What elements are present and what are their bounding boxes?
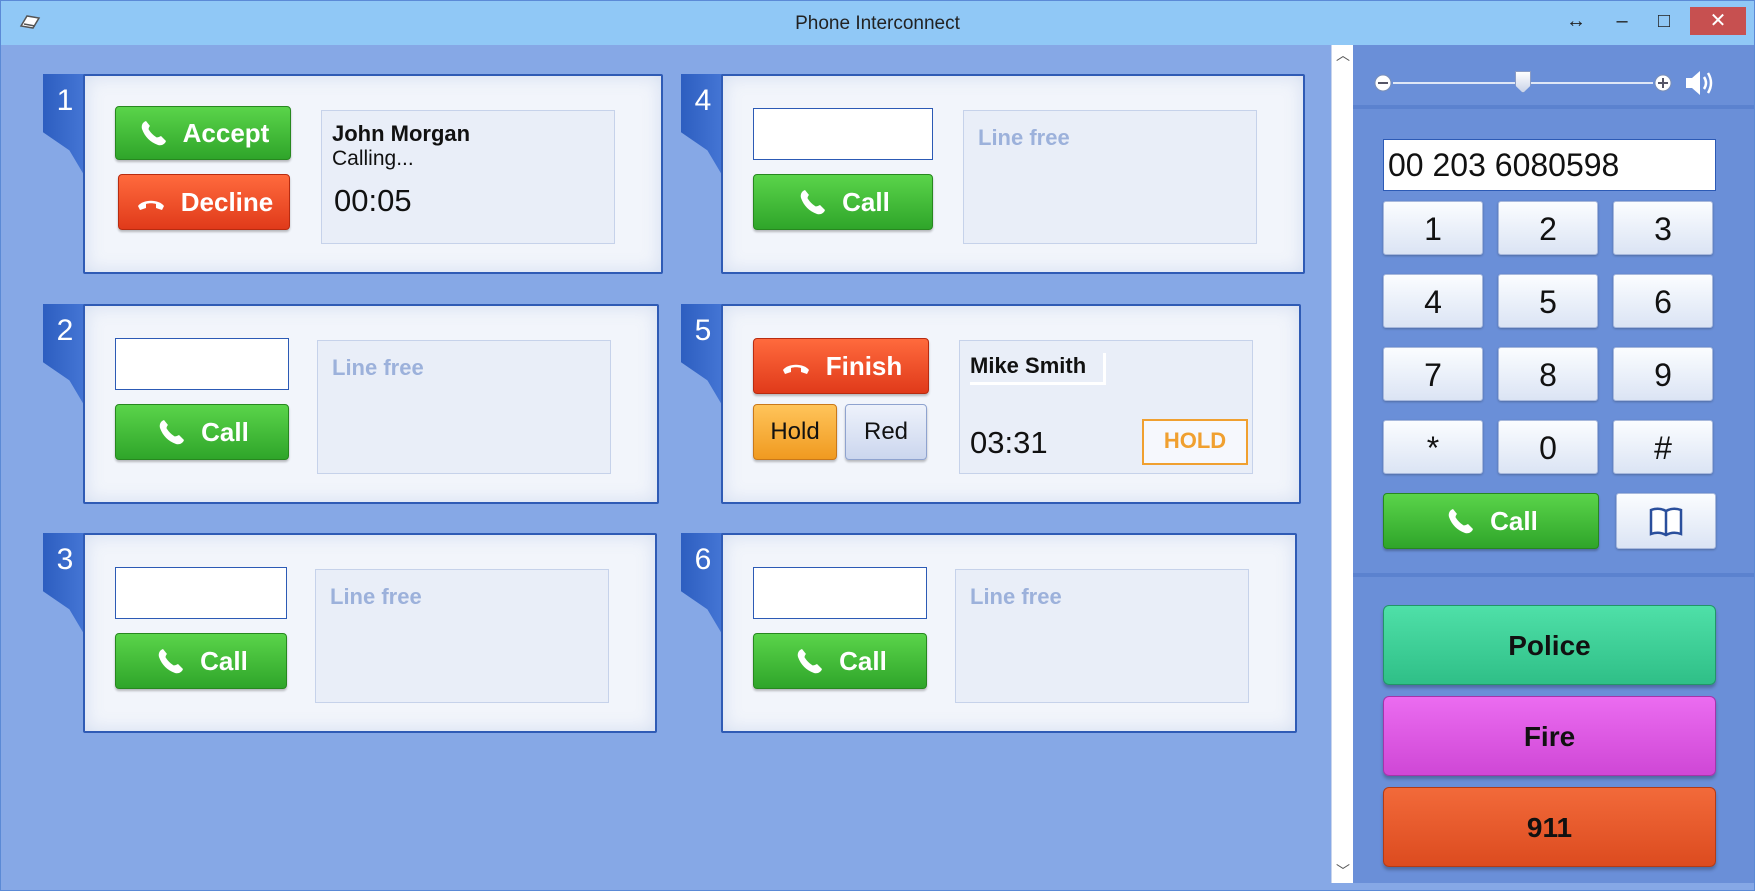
phone-icon — [159, 420, 185, 445]
line-status: Line free — [978, 125, 1070, 150]
phone-icon — [800, 190, 826, 215]
scroll-down-icon[interactable]: ﹀ — [1332, 861, 1354, 881]
hang-up-icon — [782, 364, 809, 374]
keypad-key[interactable]: 5 — [1498, 274, 1598, 328]
line-panel-3: Call Line free — [83, 533, 657, 733]
dialer-call-button[interactable]: Call — [1383, 493, 1599, 549]
call-button[interactable]: Call — [115, 633, 287, 689]
minimize-button[interactable]: – — [1602, 7, 1642, 35]
finish-button[interactable]: Finish — [753, 338, 929, 394]
restore-size-button[interactable]: ↔ — [1556, 7, 1596, 35]
volume-slider[interactable] — [1515, 71, 1531, 93]
fire-button[interactable]: Fire — [1383, 696, 1716, 776]
accept-button[interactable]: Accept — [115, 106, 291, 160]
volume-control — [1373, 63, 1733, 103]
keypad-key[interactable]: 1 — [1383, 201, 1483, 255]
line-status: Line free — [332, 355, 424, 380]
line-status: Line free — [330, 584, 422, 609]
dial-input[interactable] — [115, 338, 289, 390]
call-button[interactable]: Call — [115, 404, 289, 460]
keypad-key[interactable]: # — [1613, 420, 1713, 474]
line-status: Line free — [970, 584, 1062, 609]
hang-up-icon — [137, 200, 164, 210]
line-status-box: Line free — [963, 110, 1257, 244]
call-label: Call — [1490, 505, 1538, 536]
decline-label: Decline — [180, 186, 274, 217]
call-status: Calling... — [332, 147, 414, 170]
keypad-key[interactable]: 7 — [1383, 347, 1483, 401]
emergency-911-button[interactable]: 911 — [1383, 787, 1716, 867]
line-number-tag: 6 — [681, 533, 725, 639]
line-number-tag: 3 — [43, 533, 87, 639]
phonebook-button[interactable] — [1616, 493, 1716, 549]
line-number-tag: 2 — [43, 304, 87, 410]
keypad-key[interactable]: 8 — [1498, 347, 1598, 401]
line-status-box: Line free — [317, 340, 611, 474]
line-panel-6: Call Line free — [721, 533, 1297, 733]
hold-badge: HOLD — [1142, 419, 1248, 465]
call-button[interactable]: Call — [753, 633, 927, 689]
hold-button[interactable]: Hold — [753, 404, 837, 460]
finish-label: Finish — [825, 350, 903, 381]
call-label: Call — [839, 645, 887, 676]
phone-number-field[interactable]: 00 203 6080598 — [1383, 139, 1716, 191]
caller-name: John Morgan — [332, 121, 471, 146]
call-label: Call — [201, 416, 249, 447]
app-window: Phone Interconnect ↔ – □ ✕ 1 Accept Decl… — [0, 0, 1755, 891]
line-status-box: Line free — [955, 569, 1249, 703]
caller-info: Mike Smith 03:31 HOLD — [959, 340, 1253, 474]
line-number-tag: 4 — [681, 74, 725, 180]
speaker-icon — [1686, 71, 1713, 95]
vertical-scrollbar[interactable]: ︿ ﹀ — [1331, 45, 1353, 883]
title-bar: Phone Interconnect ↔ – □ ✕ — [1, 1, 1754, 45]
maximize-button[interactable]: □ — [1644, 7, 1684, 35]
redirect-button[interactable]: Red — [845, 404, 927, 460]
line-number-tag: 5 — [681, 304, 725, 410]
call-label: Call — [200, 645, 248, 676]
accept-label: Accept — [182, 117, 270, 148]
caller-name: Mike Smith — [970, 353, 1106, 385]
call-label: Call — [842, 186, 890, 217]
keypad-key[interactable]: 4 — [1383, 274, 1483, 328]
book-icon — [1649, 507, 1683, 537]
decline-button[interactable]: Decline — [118, 174, 290, 230]
volume-down-icon[interactable] — [1373, 73, 1393, 93]
line-status-box: Line free — [315, 569, 609, 703]
scroll-up-icon[interactable]: ︿ — [1332, 45, 1354, 65]
dial-input[interactable] — [753, 108, 933, 160]
caller-info: John Morgan Calling... 00:05 — [321, 110, 615, 244]
keypad-key[interactable]: 0 — [1498, 420, 1598, 474]
police-button[interactable]: Police — [1383, 605, 1716, 685]
close-button[interactable]: ✕ — [1690, 7, 1746, 35]
call-timer: 00:05 — [334, 183, 412, 218]
dialer-sidebar: 00 203 6080598 1 2 3 4 5 6 7 8 9 * 0 # Call Police … — [1353, 45, 1754, 883]
divider — [1353, 105, 1754, 109]
line-panel-4: Call Line free — [721, 74, 1305, 274]
line-number-tag: 1 — [43, 74, 87, 180]
keypad-key[interactable]: * — [1383, 420, 1483, 474]
call-button[interactable]: Call — [753, 174, 933, 230]
keypad-key[interactable]: 6 — [1613, 274, 1713, 328]
keypad-key[interactable]: 3 — [1613, 201, 1713, 255]
keypad-key[interactable]: 2 — [1498, 201, 1598, 255]
line-panel-5: Finish Hold Red Mike Smith 03:31 HOLD — [721, 304, 1301, 504]
dial-input[interactable] — [753, 567, 927, 619]
phone-icon — [141, 121, 166, 146]
window-title: Phone Interconnect — [795, 13, 960, 34]
phone-icon — [158, 649, 184, 674]
dial-input[interactable] — [115, 567, 287, 619]
keypad-key[interactable]: 9 — [1613, 347, 1713, 401]
phone-icon — [1448, 509, 1474, 534]
line-panel-1: Accept Decline John Morgan Calling... 00… — [83, 74, 663, 274]
divider — [1353, 573, 1754, 577]
phone-icon — [797, 649, 823, 674]
line-panel-2: Call Line free — [83, 304, 659, 504]
call-timer: 03:31 — [970, 425, 1048, 460]
lines-area: 1 Accept Decline John Morgan Calling... … — [13, 45, 1331, 883]
volume-up-icon[interactable] — [1653, 73, 1673, 93]
